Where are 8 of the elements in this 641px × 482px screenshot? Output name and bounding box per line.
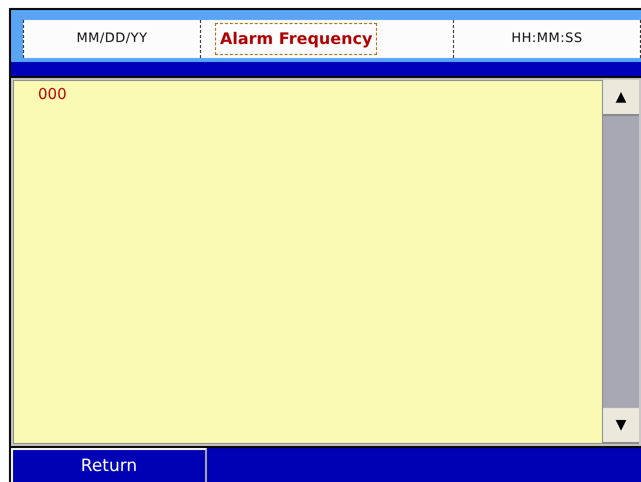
- scrollbar[interactable]: ▲ ▼: [603, 80, 639, 444]
- date-label: MM/DD/YY: [23, 20, 201, 58]
- return-button[interactable]: Return: [11, 448, 207, 482]
- scroll-down-button[interactable]: ▼: [603, 408, 639, 444]
- time-label: HH:MM:SS: [453, 20, 641, 58]
- scroll-up-button[interactable]: ▲: [603, 80, 639, 116]
- screen-title: Alarm Frequency: [215, 23, 378, 55]
- list-row[interactable]: 000: [38, 85, 602, 103]
